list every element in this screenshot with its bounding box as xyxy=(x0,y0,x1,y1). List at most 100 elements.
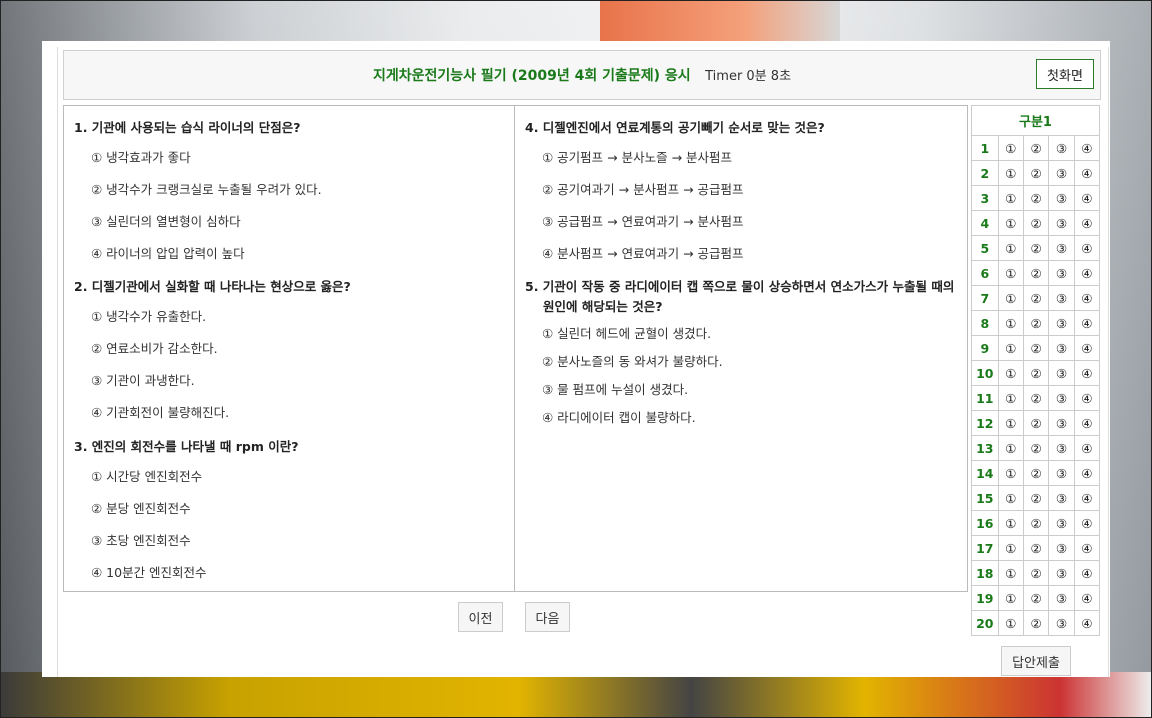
answer-choice-2[interactable]: ② xyxy=(1022,185,1050,211)
answer-choice-3[interactable]: ③ xyxy=(1048,385,1075,411)
answer-choice-2[interactable]: ② xyxy=(1022,410,1050,436)
answer-choice-1[interactable]: ① xyxy=(997,185,1024,211)
answer-choice-4[interactable]: ④ xyxy=(1073,610,1101,636)
answer-choice-3[interactable]: ③ xyxy=(1048,135,1075,161)
answer-choice-4[interactable]: ④ xyxy=(1073,135,1101,161)
answer-choice-3[interactable]: ③ xyxy=(1048,185,1075,211)
option-4[interactable]: ④ 10분간 엔진회전수 xyxy=(91,562,508,581)
answer-choice-2[interactable]: ② xyxy=(1022,435,1050,461)
answer-choice-3[interactable]: ③ xyxy=(1048,585,1075,611)
answer-choice-1[interactable]: ① xyxy=(997,335,1024,361)
answer-choice-3[interactable]: ③ xyxy=(1048,285,1075,311)
answer-choice-4[interactable]: ④ xyxy=(1073,360,1101,386)
option-1[interactable]: ① 냉각수가 유출한다. xyxy=(91,306,508,325)
answer-choice-2[interactable]: ② xyxy=(1022,235,1050,261)
answer-choice-1[interactable]: ① xyxy=(997,485,1024,511)
answer-choice-3[interactable]: ③ xyxy=(1048,410,1075,436)
option-4[interactable]: ④ 분사펌프 → 연료여과기 → 공급펌프 xyxy=(542,243,961,262)
answer-choice-2[interactable]: ② xyxy=(1022,385,1050,411)
answer-choice-2[interactable]: ② xyxy=(1022,510,1050,536)
answer-choice-1[interactable]: ① xyxy=(997,510,1024,536)
answer-choice-2[interactable]: ② xyxy=(1022,460,1050,486)
answer-choice-4[interactable]: ④ xyxy=(1073,485,1101,511)
answer-choice-2[interactable]: ② xyxy=(1022,135,1050,161)
answer-choice-1[interactable]: ① xyxy=(997,285,1024,311)
option-2[interactable]: ② 냉각수가 크랭크실로 누출될 우려가 있다. xyxy=(91,179,508,198)
option-3[interactable]: ③ 초당 엔진회전수 xyxy=(91,530,508,549)
option-4[interactable]: ④ 기관회전이 불량해진다. xyxy=(91,402,508,421)
answer-choice-2[interactable]: ② xyxy=(1022,535,1050,561)
option-3[interactable]: ③ 실린더의 열변형이 심하다 xyxy=(91,211,508,230)
answer-choice-3[interactable]: ③ xyxy=(1048,335,1075,361)
answer-choice-3[interactable]: ③ xyxy=(1048,460,1075,486)
answer-choice-1[interactable]: ① xyxy=(997,135,1024,161)
option-2[interactable]: ② 연료소비가 감소한다. xyxy=(91,338,508,357)
answer-choice-4[interactable]: ④ xyxy=(1073,260,1101,286)
option-3[interactable]: ③ 물 펌프에 누설이 생겼다. xyxy=(542,379,961,398)
option-4[interactable]: ④ 라디에이터 캡이 불량하다. xyxy=(542,407,961,426)
option-1[interactable]: ① 냉각효과가 좋다 xyxy=(91,147,508,166)
answer-choice-4[interactable]: ④ xyxy=(1073,185,1101,211)
option-1[interactable]: ① 공기펌프 → 분사노즐 → 분사펌프 xyxy=(542,147,961,166)
option-2[interactable]: ② 분사노즐의 동 와셔가 불량하다. xyxy=(542,351,961,370)
answer-choice-4[interactable]: ④ xyxy=(1073,285,1101,311)
option-1[interactable]: ① 시간당 엔진회전수 xyxy=(91,466,508,485)
answer-choice-2[interactable]: ② xyxy=(1022,160,1050,186)
answer-choice-1[interactable]: ① xyxy=(997,310,1024,336)
answer-choice-2[interactable]: ② xyxy=(1022,310,1050,336)
answer-choice-3[interactable]: ③ xyxy=(1048,485,1075,511)
answer-choice-4[interactable]: ④ xyxy=(1073,410,1101,436)
answer-choice-4[interactable]: ④ xyxy=(1073,385,1101,411)
answer-choice-4[interactable]: ④ xyxy=(1073,210,1101,236)
answer-choice-1[interactable]: ① xyxy=(997,385,1024,411)
option-3[interactable]: ③ 기관이 과냉한다. xyxy=(91,370,508,389)
answer-choice-1[interactable]: ① xyxy=(997,585,1024,611)
answer-choice-2[interactable]: ② xyxy=(1022,210,1050,236)
answer-choice-2[interactable]: ② xyxy=(1022,610,1050,636)
answer-choice-1[interactable]: ① xyxy=(997,360,1024,386)
answer-choice-1[interactable]: ① xyxy=(997,460,1024,486)
answer-choice-3[interactable]: ③ xyxy=(1048,160,1075,186)
option-2[interactable]: ② 분당 엔진회전수 xyxy=(91,498,508,517)
answer-choice-4[interactable]: ④ xyxy=(1073,585,1101,611)
answer-choice-2[interactable]: ② xyxy=(1022,585,1050,611)
answer-choice-2[interactable]: ② xyxy=(1022,485,1050,511)
answer-choice-1[interactable]: ① xyxy=(997,610,1024,636)
answer-choice-1[interactable]: ① xyxy=(997,235,1024,261)
answer-choice-1[interactable]: ① xyxy=(997,435,1024,461)
answer-choice-4[interactable]: ④ xyxy=(1073,510,1101,536)
answer-choice-2[interactable]: ② xyxy=(1022,560,1050,586)
next-button[interactable]: 다음 xyxy=(525,602,570,632)
answer-choice-4[interactable]: ④ xyxy=(1073,535,1101,561)
answer-choice-2[interactable]: ② xyxy=(1022,260,1050,286)
answer-choice-1[interactable]: ① xyxy=(997,160,1024,186)
answer-choice-3[interactable]: ③ xyxy=(1048,610,1075,636)
answer-choice-3[interactable]: ③ xyxy=(1048,260,1075,286)
home-button[interactable]: 첫화면 xyxy=(1036,59,1094,89)
answer-choice-4[interactable]: ④ xyxy=(1073,160,1101,186)
answer-choice-3[interactable]: ③ xyxy=(1048,560,1075,586)
option-3[interactable]: ③ 공급펌프 → 연료여과기 → 분사펌프 xyxy=(542,211,961,230)
answer-choice-3[interactable]: ③ xyxy=(1048,360,1075,386)
answer-choice-3[interactable]: ③ xyxy=(1048,535,1075,561)
answer-choice-3[interactable]: ③ xyxy=(1048,235,1075,261)
answer-choice-3[interactable]: ③ xyxy=(1048,435,1075,461)
option-1[interactable]: ① 실린더 헤드에 균혈이 생겼다. xyxy=(542,323,961,342)
answer-choice-4[interactable]: ④ xyxy=(1073,235,1101,261)
answer-choice-1[interactable]: ① xyxy=(997,210,1024,236)
answer-choice-3[interactable]: ③ xyxy=(1048,510,1075,536)
answer-choice-2[interactable]: ② xyxy=(1022,335,1050,361)
answer-choice-1[interactable]: ① xyxy=(997,260,1024,286)
answer-choice-1[interactable]: ① xyxy=(997,560,1024,586)
answer-choice-2[interactable]: ② xyxy=(1022,360,1050,386)
option-2[interactable]: ② 공기여과기 → 분사펌프 → 공급펌프 xyxy=(542,179,961,198)
answer-choice-4[interactable]: ④ xyxy=(1073,310,1101,336)
submit-answers-button[interactable]: 답안제출 xyxy=(1001,646,1071,676)
answer-choice-4[interactable]: ④ xyxy=(1073,335,1101,361)
answer-choice-4[interactable]: ④ xyxy=(1073,460,1101,486)
option-4[interactable]: ④ 라이너의 압입 압력이 높다 xyxy=(91,243,508,262)
answer-choice-1[interactable]: ① xyxy=(997,535,1024,561)
answer-choice-2[interactable]: ② xyxy=(1022,285,1050,311)
answer-choice-4[interactable]: ④ xyxy=(1073,560,1101,586)
prev-button[interactable]: 이전 xyxy=(458,602,503,632)
